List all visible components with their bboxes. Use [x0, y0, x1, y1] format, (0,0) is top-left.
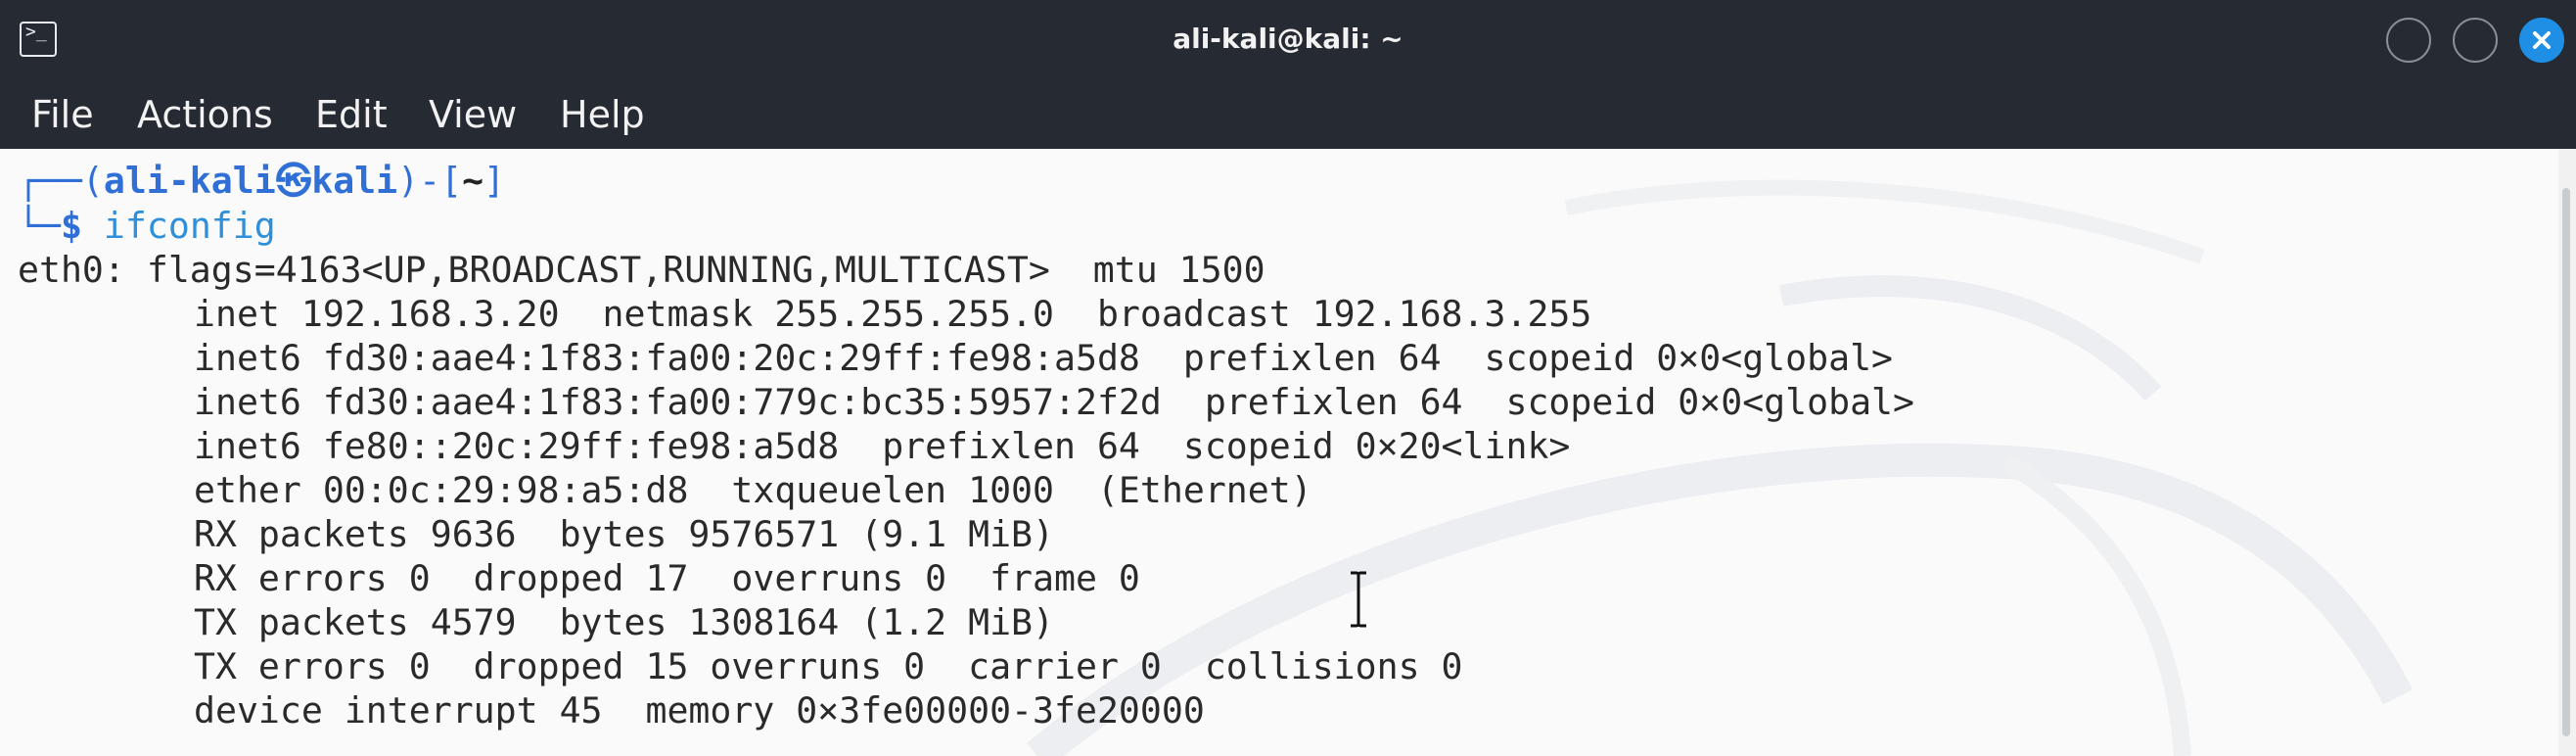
menu-view[interactable]: View [429, 90, 517, 139]
prompt-host: kali [311, 160, 398, 202]
output-line: RX packets 9636 bytes 9576571 (9.1 MiB) [194, 513, 1054, 555]
output-line: RX errors 0 dropped 17 overruns 0 frame … [194, 557, 1140, 599]
terminal-output-area[interactable]: ┌──(ali-kali㉿kali)-[~] └─$ ifconfig eth0… [0, 149, 2576, 756]
menu-file[interactable]: File [31, 90, 94, 139]
output-line: device interrupt 45 memory 0×3fe00000-3f… [194, 689, 1205, 732]
output-line: TX errors 0 dropped 15 overruns 0 carrie… [194, 645, 1463, 687]
output-line: inet6 fe80::20c:29ff:fe98:a5d8 prefixlen… [194, 425, 1571, 467]
prompt-frame-open: ┌──( [18, 160, 104, 202]
close-button[interactable] [2519, 18, 2564, 63]
menu-bar: File Actions Edit View Help [0, 80, 2576, 149]
command-text: ifconfig [103, 205, 276, 247]
maximize-button[interactable] [2453, 18, 2498, 63]
menu-edit[interactable]: Edit [315, 90, 388, 139]
output-line: eth0: flags=4163<UP,BROADCAST,RUNNING,MU… [18, 249, 1265, 291]
terminal-window: >_ ali-kali@kali: ~ File Actions Edit Vi… [0, 0, 2576, 756]
prompt-frame-close: ] [483, 160, 506, 202]
prompt-frame-mid: )-[ [397, 160, 463, 202]
prompt-user: ali-kali [103, 160, 276, 202]
output-line: ether 00:0c:29:98:a5:d8 txqueuelen 1000 … [194, 469, 1312, 511]
window-title: ali-kali@kali: ~ [1173, 23, 1403, 55]
minimize-button[interactable] [2386, 18, 2431, 63]
prompt-cwd: ~ [462, 160, 484, 202]
menu-help[interactable]: Help [560, 90, 645, 139]
scrollbar-thumb[interactable] [2562, 188, 2570, 736]
menu-actions[interactable]: Actions [137, 90, 273, 139]
output-line: inet6 fd30:aae4:1f83:fa00:779c:bc35:5957… [194, 381, 1914, 423]
prompt-dollar: $ [60, 205, 82, 247]
ibeam-cursor-icon [1351, 571, 1366, 628]
prompt-line: ┌──(ali-kali㉿kali)-[~] [18, 159, 505, 203]
output-line: inet6 fd30:aae4:1f83:fa00:20c:29ff:fe98:… [194, 337, 1894, 379]
output-line: inet 192.168.3.20 netmask 255.255.255.0 … [194, 293, 1592, 335]
output-line: TX packets 4579 bytes 1308164 (1.2 MiB) [194, 601, 1054, 643]
prompt-second-prefix: └─ [18, 205, 61, 247]
title-bar[interactable]: >_ ali-kali@kali: ~ [0, 0, 2576, 80]
command-line: └─$ ifconfig [18, 204, 276, 248]
prompt-at-symbol: ㉿ [275, 160, 312, 202]
close-icon [2533, 31, 2551, 49]
